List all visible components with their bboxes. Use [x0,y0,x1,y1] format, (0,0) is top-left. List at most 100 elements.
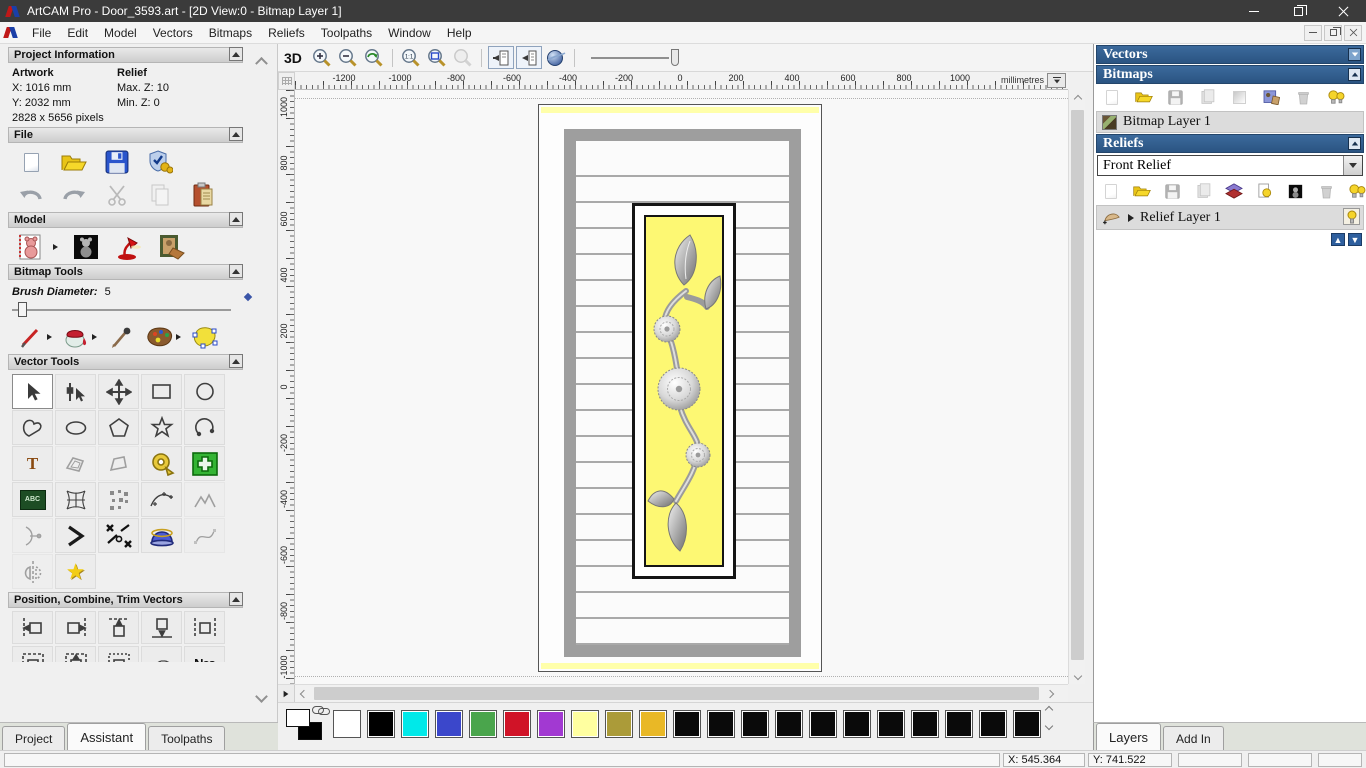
tab-project[interactable]: Project [2,726,66,750]
collapse-button[interactable] [229,264,243,278]
text-on-curve-tool[interactable]: ABC [12,482,53,517]
align-top-tool[interactable] [98,611,139,644]
zoom-out-button[interactable] [336,46,360,70]
mdi-close-button[interactable] [1344,24,1362,41]
fillet-vectors-tool[interactable] [98,446,139,481]
new-relief-layer-button[interactable] [1102,182,1120,201]
collapse-button[interactable] [229,212,243,226]
colour-swatch[interactable] [401,710,429,738]
door-artwork[interactable] [538,104,822,672]
save-relief-layer-button[interactable] [1164,182,1182,201]
pan-mode-button[interactable] [278,685,295,702]
combo-dropdown-button[interactable] [1343,156,1362,175]
colour-swatch[interactable] [979,710,1007,738]
zoom-fit-button[interactable] [425,46,449,70]
edit-colours-button[interactable] [145,323,175,351]
slider-handle[interactable] [670,48,679,66]
save-bitmap-layer-button[interactable] [1166,88,1185,107]
paste-button[interactable] [188,181,218,209]
create-polyline-tool[interactable] [12,410,53,445]
envelope-distort-tool[interactable] [55,482,96,517]
palette-scroll-up-icon[interactable] [1044,705,1054,715]
select-vectors-tool[interactable] [12,374,53,409]
colour-swatch[interactable] [843,710,871,738]
minimize-button[interactable] [1231,0,1276,22]
menu-window[interactable]: Window [380,24,439,42]
layer-visibility-button[interactable] [1343,208,1360,225]
restore-button[interactable] [1276,0,1321,22]
tab-layers[interactable]: Layers [1096,723,1162,750]
centre-in-page-tool[interactable] [12,646,53,662]
menu-bitmaps[interactable]: Bitmaps [201,24,260,42]
colour-swatch[interactable] [435,710,463,738]
expand-button[interactable] [1348,48,1361,61]
copy-button[interactable] [145,181,175,209]
create-arc-tool[interactable] [184,410,225,445]
colour-swatch[interactable] [503,710,531,738]
collapse-button[interactable] [229,47,243,61]
open-relief-layer-button[interactable] [1133,182,1151,201]
move-layer-up-button[interactable]: ▲ [1331,233,1345,246]
colour-swatch[interactable] [707,710,735,738]
zoom-in-button[interactable] [310,46,334,70]
toggle-3d-view-button[interactable]: 3D [284,50,302,66]
2d-view-canvas[interactable] [295,90,1068,684]
colour-swatch[interactable] [639,710,667,738]
paste-along-curve-tool[interactable] [141,646,182,662]
expand-arrow-icon[interactable] [1128,213,1134,222]
lighting-button[interactable] [114,233,144,261]
colour-swatch[interactable] [537,710,565,738]
spline-tool[interactable] [184,518,225,553]
collapse-button[interactable] [1348,68,1361,81]
tab-assistant[interactable]: Assistant [67,723,147,750]
toggle-all-bitmaps-visibility-button[interactable] [1326,88,1345,107]
vertical-scrollbar[interactable] [1068,90,1085,684]
collapse-button[interactable] [1348,137,1361,150]
relief-grayscale-button[interactable] [1287,182,1305,201]
free-relief-tool[interactable] [184,482,225,517]
new-bitmap-layer-button[interactable] [1102,88,1121,107]
create-ellipse-tool[interactable] [55,410,96,445]
align-right-tool[interactable] [55,611,96,644]
mdi-restore-button[interactable] [1324,24,1342,41]
transfer-relief-button[interactable] [1225,182,1243,201]
colour-swatch[interactable] [877,710,905,738]
reliefs-header[interactable]: Reliefs [1096,134,1364,153]
colour-swatch[interactable] [945,710,973,738]
bitmap-properties-button[interactable] [1262,88,1281,107]
trim-vectors-tool[interactable] [98,518,139,553]
create-text-tool[interactable]: T [12,446,53,481]
model-options-button[interactable] [145,148,175,176]
paint-tool-button[interactable] [16,323,46,351]
zoom-selection-button[interactable] [451,46,475,70]
model-grayscale-button[interactable] [71,233,101,261]
align-centre-tool[interactable] [184,611,225,644]
centre-vertical-tool[interactable] [98,646,139,662]
create-circle-tool[interactable] [184,374,225,409]
cut-button[interactable] [102,181,132,209]
scroll-right-button[interactable] [1041,685,1058,702]
tab-toolpaths[interactable]: Toolpaths [148,726,226,750]
create-polygon-tool[interactable] [98,410,139,445]
menu-model[interactable]: Model [96,24,145,42]
offset-vectors-tool[interactable] [55,446,96,481]
colour-swatch[interactable] [1013,710,1041,738]
centre-horizontal-tool[interactable] [55,646,96,662]
colour-swatch[interactable] [809,710,837,738]
fit-curve-tool[interactable] [12,518,53,553]
relief-visibility-button[interactable] [1256,182,1274,201]
create-star-tool[interactable] [141,410,182,445]
collapse-button[interactable] [229,127,243,141]
paste-in-position-tool[interactable] [184,446,225,481]
ruler-units-button[interactable] [1047,73,1066,88]
zoom-1to1-button[interactable]: 1:1 [399,46,423,70]
slider-handle[interactable] [18,302,27,317]
scroll-left-button[interactable] [295,685,312,702]
colour-swatch[interactable] [605,710,633,738]
block-copy-tool[interactable] [98,482,139,517]
relief-selector-combo[interactable]: Front Relief [1097,155,1363,176]
primary-secondary-colour-indicator[interactable] [286,706,330,745]
colour-swatch[interactable] [571,710,599,738]
align-bottom-tool[interactable] [141,611,182,644]
colour-swatch[interactable] [775,710,803,738]
